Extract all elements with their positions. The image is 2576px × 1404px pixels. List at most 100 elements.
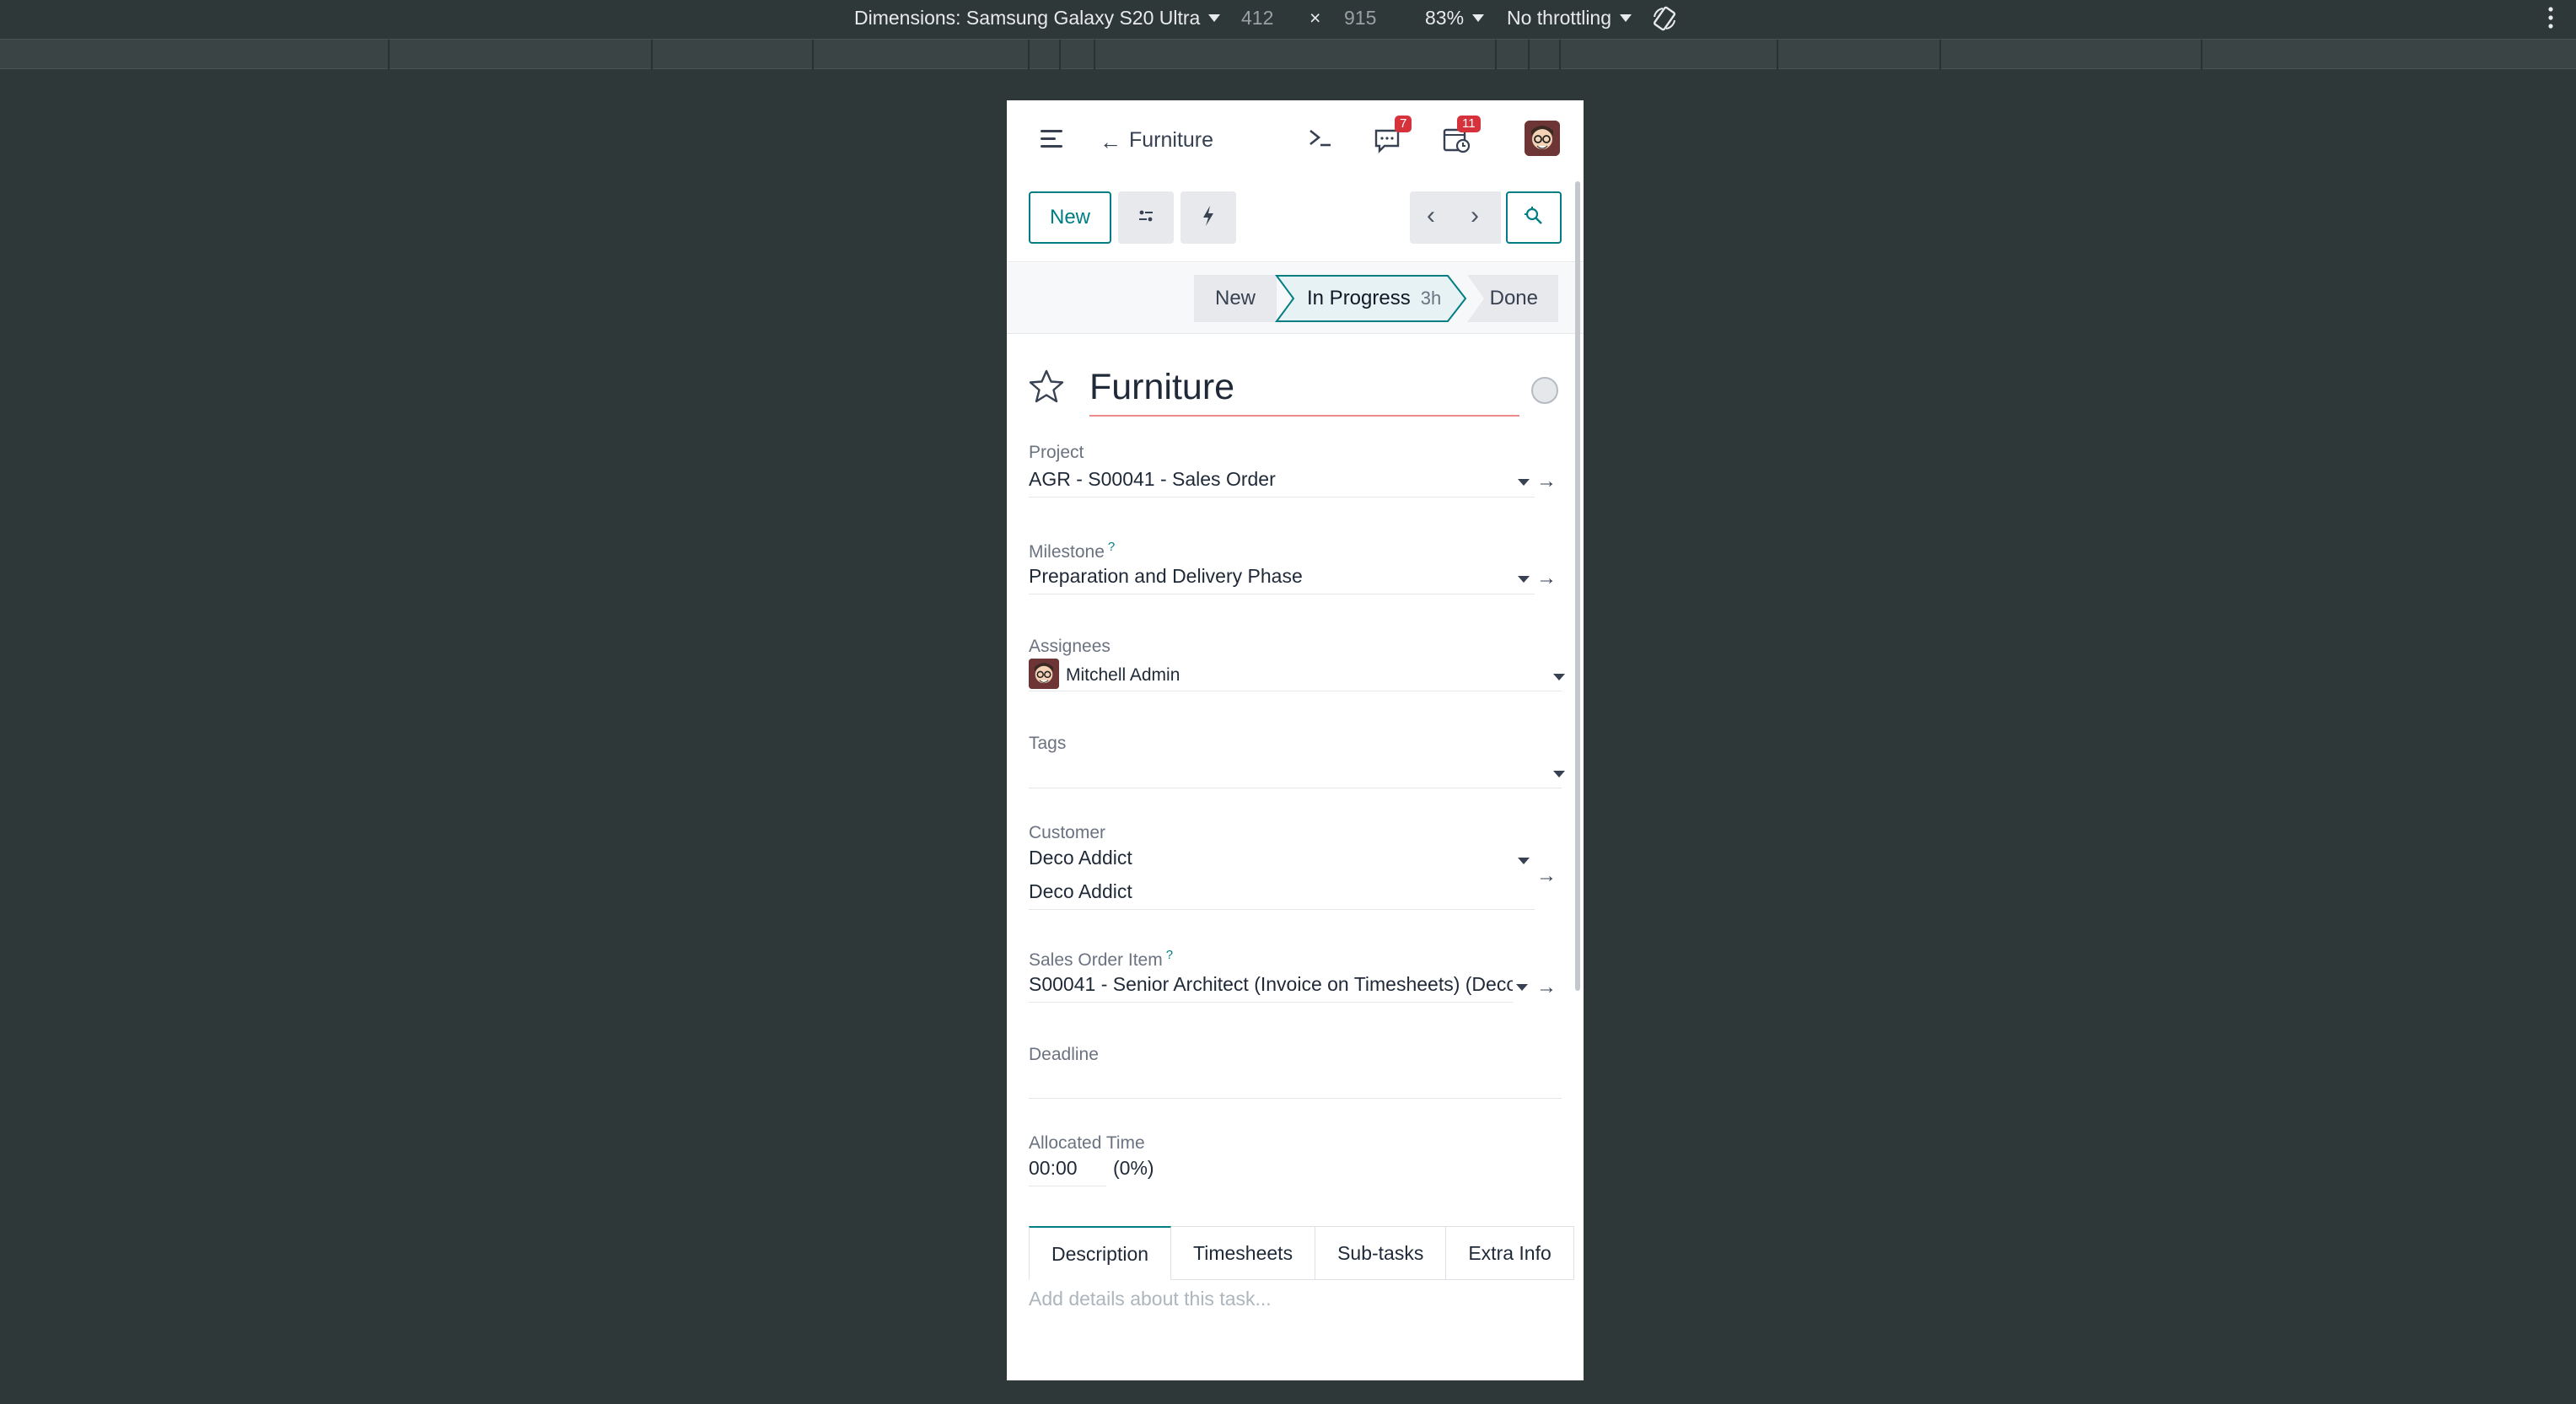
- stage-label: New: [1214, 287, 1256, 309]
- sales-order-item-field[interactable]: S00041 - Senior Architect (Invoice on Ti…: [1029, 969, 1513, 1003]
- pager: ‹ ›: [1410, 191, 1501, 244]
- ruler-divider: [812, 40, 814, 70]
- next-record-button[interactable]: ›: [1471, 202, 1479, 230]
- tab-sub-tasks[interactable]: Sub-tasks: [1315, 1226, 1447, 1280]
- ruler-divider: [1028, 40, 1030, 70]
- ruler-divider: [1059, 40, 1061, 70]
- kanban-state-indicator[interactable]: [1531, 377, 1558, 404]
- tab-extra-info[interactable]: Extra Info: [1446, 1226, 1574, 1280]
- sales-order-item-label: Sales Order Item?: [1029, 948, 1173, 971]
- chevron-down-icon: [1208, 14, 1221, 22]
- vertical-dots-icon[interactable]: [2546, 5, 2555, 30]
- gear-search-icon: [1523, 205, 1545, 231]
- rotate-icon[interactable]: [1651, 5, 1678, 32]
- height-input[interactable]: 915: [1344, 7, 1376, 30]
- help-tooltip-icon[interactable]: ?: [1166, 948, 1173, 962]
- form-settings-button[interactable]: [1506, 191, 1562, 244]
- deadline-field[interactable]: [1029, 1065, 1562, 1099]
- new-button[interactable]: New: [1029, 191, 1111, 244]
- chevron-down-icon[interactable]: [1518, 479, 1530, 486]
- hamburger-icon[interactable]: [1041, 128, 1062, 148]
- project-label: Project: [1029, 443, 1084, 462]
- ruler-divider: [1777, 40, 1778, 70]
- stage-done[interactable]: Done: [1467, 275, 1558, 322]
- ruler-divider: [1528, 40, 1530, 70]
- stage-duration: 3h: [1420, 288, 1442, 309]
- assignee-avatar: [1029, 658, 1059, 689]
- star-icon[interactable]: [1029, 368, 1064, 404]
- tab-timesheets[interactable]: Timesheets: [1171, 1226, 1316, 1280]
- actions-bolt-button[interactable]: [1180, 191, 1236, 244]
- statusbar: New In Progress 3h Done: [1007, 263, 1584, 334]
- ruler-divider: [1939, 40, 1941, 70]
- throttling-dropdown[interactable]: No throttling: [1507, 7, 1632, 30]
- tags-label: Tags: [1029, 734, 1067, 753]
- media-query-ruler[interactable]: [0, 39, 2576, 70]
- description-editor[interactable]: Add details about this task...: [1029, 1288, 1272, 1310]
- stage-new[interactable]: New: [1194, 275, 1277, 322]
- milestone-field[interactable]: Preparation and Delivery Phase: [1029, 561, 1535, 594]
- chevron-down-icon: [1620, 14, 1632, 22]
- previous-record-button[interactable]: ‹: [1427, 202, 1435, 230]
- task-title-input[interactable]: Furniture: [1089, 367, 1519, 417]
- zoom-label: 83%: [1425, 7, 1465, 29]
- terminal-icon[interactable]: [1304, 121, 1337, 154]
- allocated-time-field[interactable]: 00:00: [1029, 1153, 1106, 1186]
- zoom-dropdown[interactable]: 83%: [1425, 7, 1485, 30]
- customer-label: Customer: [1029, 823, 1106, 842]
- customer-address: Deco Addict: [1029, 876, 1535, 910]
- sliders-icon: [1137, 207, 1155, 229]
- device-dimensions-label: Dimensions: Samsung Galaxy S20 Ultra: [854, 7, 1201, 29]
- assignees-label: Assignees: [1029, 637, 1111, 656]
- stage-label: Done: [1489, 287, 1538, 309]
- customer-field[interactable]: Deco Addict: [1029, 842, 1535, 876]
- activities-badge: 11: [1457, 116, 1481, 132]
- control-panel: New ‹ ›: [1007, 178, 1584, 262]
- tab-description[interactable]: Description: [1029, 1226, 1172, 1280]
- assignees-field[interactable]: Mitchell Admin: [1029, 658, 1562, 691]
- help-tooltip-icon[interactable]: ?: [1108, 540, 1115, 554]
- throttling-label: No throttling: [1507, 7, 1612, 29]
- chevron-down-icon[interactable]: [1518, 576, 1530, 583]
- back-arrow-icon[interactable]: ←: [1100, 129, 1121, 155]
- settings-sliders-button[interactable]: [1118, 191, 1174, 244]
- messages-badge: 7: [1395, 116, 1412, 132]
- milestone-label: Milestone?: [1029, 540, 1115, 562]
- form-sheet: Furniture Project AGR - S00041 - Sales O…: [1007, 335, 1584, 1380]
- milestone-goto-arrow-icon[interactable]: →: [1536, 567, 1557, 590]
- navbar: ← Furniture 7 11: [1007, 100, 1584, 178]
- ruler-divider: [2201, 40, 2202, 70]
- user-avatar[interactable]: [1525, 121, 1560, 156]
- ruler-divider: [1094, 40, 1095, 70]
- chevron-down-icon: [1472, 14, 1485, 22]
- chevron-down-icon[interactable]: [1553, 674, 1565, 680]
- customer-goto-arrow-icon[interactable]: →: [1536, 864, 1557, 888]
- scrollbar[interactable]: [1575, 181, 1580, 991]
- times-label: ×: [1310, 7, 1321, 29]
- allocated-time-label: Allocated Time: [1029, 1133, 1145, 1153]
- project-goto-arrow-icon[interactable]: →: [1536, 470, 1557, 493]
- chevron-down-icon[interactable]: [1553, 771, 1565, 777]
- assignee-tag[interactable]: Mitchell Admin: [1066, 665, 1180, 685]
- devtools-toolbar: Dimensions: Samsung Galaxy S20 Ultra 412…: [0, 0, 2576, 39]
- ruler-divider: [651, 40, 653, 70]
- stage-in-progress[interactable]: In Progress 3h: [1275, 275, 1469, 322]
- deadline-label: Deadline: [1029, 1045, 1099, 1064]
- ruler-divider: [1495, 40, 1497, 70]
- width-input[interactable]: 412: [1241, 7, 1273, 30]
- device-dimensions-dropdown[interactable]: Dimensions: Samsung Galaxy S20 Ultra: [854, 7, 1221, 30]
- stage-label: In Progress: [1307, 287, 1411, 309]
- notebook-tabs: Description Timesheets Sub-tasks Extra I…: [1029, 1226, 1574, 1280]
- device-viewport: ← Furniture 7 11 New ‹ › New In Progress…: [1007, 100, 1584, 1380]
- chevron-down-icon[interactable]: [1518, 858, 1530, 864]
- project-field[interactable]: AGR - S00041 - Sales Order: [1029, 464, 1535, 498]
- lightning-bolt-icon: [1200, 205, 1217, 231]
- sales-order-item-goto-arrow-icon[interactable]: →: [1536, 976, 1557, 999]
- chevron-down-icon[interactable]: [1516, 984, 1528, 991]
- milestone-label-text: Milestone: [1029, 542, 1105, 562]
- allocated-time-percent: (0%): [1113, 1157, 1154, 1179]
- tags-field[interactable]: [1029, 755, 1562, 788]
- breadcrumb[interactable]: Furniture: [1129, 128, 1213, 153]
- ruler-divider: [1559, 40, 1561, 70]
- sales-order-item-label-text: Sales Order Item: [1029, 950, 1163, 970]
